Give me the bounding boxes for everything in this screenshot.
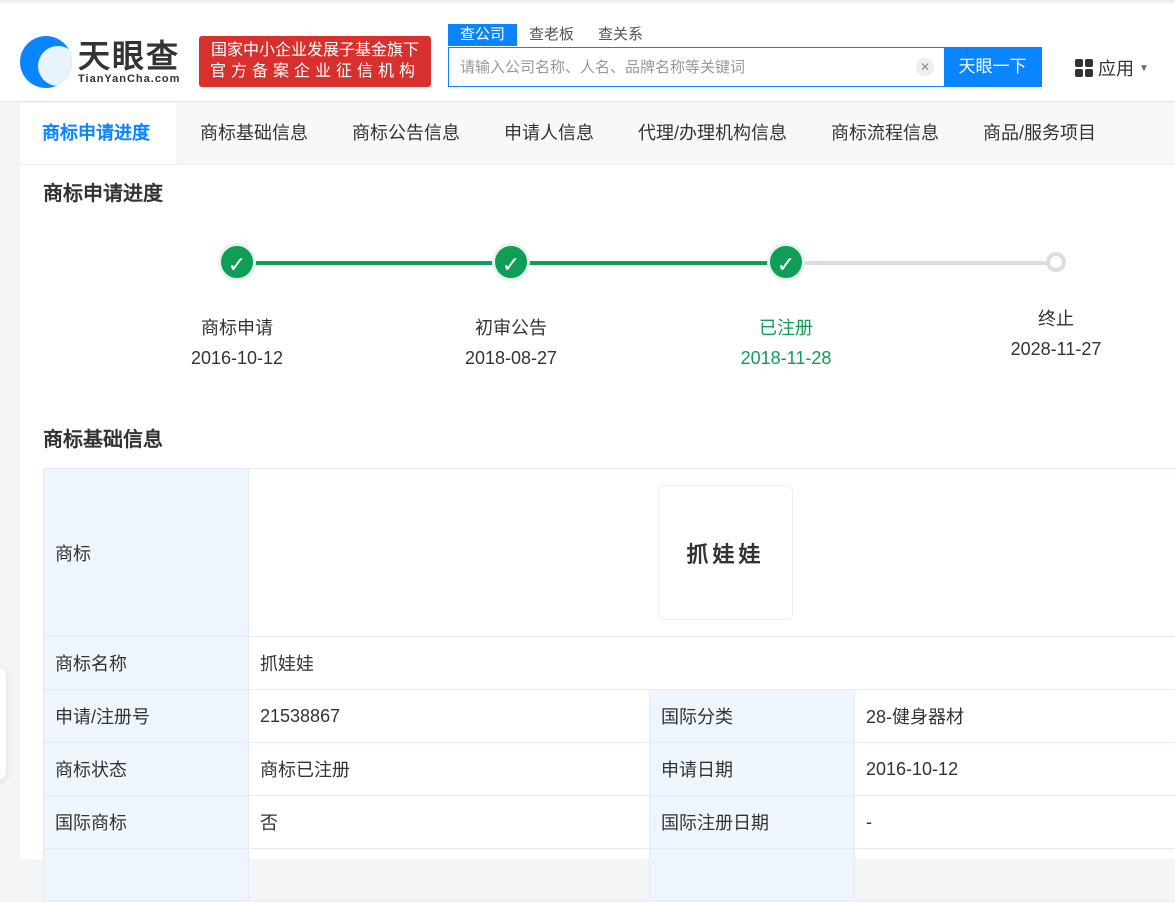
cell-label: 国际分类 [650, 690, 855, 743]
step-label: 终止 [956, 305, 1156, 331]
search-tab-relation[interactable]: 查关系 [586, 24, 655, 46]
logo[interactable]: 天眼查 TianYanCha.com [20, 36, 180, 88]
badge-line2: 官方备案企业征信机构 [199, 61, 431, 82]
cell-value: 28-健身器材 [855, 690, 1175, 743]
cell-value: 2016-10-12 [855, 743, 1175, 796]
tab-basic-info[interactable]: 商标基础信息 [178, 103, 330, 164]
cell-label: 国际注册日期 [650, 796, 855, 849]
logo-title: 天眼查 [78, 39, 180, 73]
caret-down-icon: ▼ [1139, 63, 1149, 74]
table-row: 商标 抓娃娃 [44, 469, 1175, 637]
tab-applicant[interactable]: 申请人信息 [482, 103, 616, 164]
check-icon: ✓ [218, 243, 256, 281]
pending-dot-icon [1046, 252, 1066, 272]
cell-label: 商标状态 [44, 743, 249, 796]
cell-value: 商标已注册 [249, 743, 650, 796]
basic-info-title: 商标基础信息 [43, 423, 163, 452]
progress-step: 终止 2028-11-27 [956, 243, 1156, 360]
cell-label: 申请/注册号 [44, 690, 249, 743]
tab-progress[interactable]: 商标申请进度 [20, 103, 178, 164]
cell-value: 否 [249, 796, 650, 849]
search-tab-company[interactable]: 查公司 [448, 24, 517, 46]
step-date: 2018-11-28 [686, 348, 886, 369]
tab-bar: 商标申请进度 商标基础信息 商标公告信息 申请人信息 代理/办理机构信息 商标流… [20, 103, 1175, 165]
trademark-image[interactable]: 抓娃娃 [658, 485, 793, 620]
tab-agency[interactable]: 代理/办理机构信息 [616, 103, 809, 164]
cell-value: 抓娃娃 [249, 637, 1175, 690]
cell-value [855, 849, 1175, 902]
trademark-image-text: 抓娃娃 [686, 537, 764, 569]
step-label: 初审公告 [411, 314, 611, 340]
search-button[interactable]: 天眼一下 [944, 48, 1041, 86]
cell-value: 21538867 [249, 690, 650, 743]
cell-label [44, 849, 249, 902]
table-row: 申请/注册号 21538867 国际分类 28-健身器材 [44, 690, 1175, 743]
tab-process[interactable]: 商标流程信息 [809, 103, 961, 164]
search-tabs: 查公司 查老板 查关系 [448, 24, 655, 46]
step-date: 2018-08-27 [411, 348, 611, 369]
table-row [44, 849, 1175, 902]
search-tab-boss[interactable]: 查老板 [517, 24, 586, 46]
certification-badge: 国家中小企业发展子基金旗下 官方备案企业征信机构 [199, 36, 431, 87]
apps-menu[interactable]: 应用 ▼ [1075, 55, 1149, 81]
trademark-label: 商标 [44, 469, 249, 637]
cell-value: - [855, 796, 1175, 849]
logo-domain: TianYanCha.com [78, 73, 180, 85]
cell-label: 商标名称 [44, 637, 249, 690]
trademark-image-cell: 抓娃娃 [249, 469, 1175, 637]
cell-label: 国际商标 [44, 796, 249, 849]
side-widget[interactable] [0, 668, 6, 780]
main-content: 商标申请进度 商标基础信息 商标公告信息 申请人信息 代理/办理机构信息 商标流… [20, 103, 1175, 859]
progress-title: 商标申请进度 [43, 177, 163, 206]
search-bar: ✕ 天眼一下 [448, 47, 1042, 87]
table-row: 商标状态 商标已注册 申请日期 2016-10-12 [44, 743, 1175, 796]
progress-step-current: ✓ 已注册 2018-11-28 [686, 243, 886, 369]
apps-grid-icon [1075, 59, 1093, 77]
apps-label: 应用 [1098, 55, 1134, 81]
clear-icon[interactable]: ✕ [916, 58, 934, 76]
tab-goods-services[interactable]: 商品/服务项目 [961, 103, 1118, 164]
search-input[interactable] [449, 48, 916, 86]
step-label: 已注册 [686, 314, 886, 340]
cell-label: 申请日期 [650, 743, 855, 796]
step-label: 商标申请 [137, 314, 337, 340]
header: 天眼查 TianYanCha.com 国家中小企业发展子基金旗下 官方备案企业征… [0, 0, 1175, 102]
logo-icon [20, 36, 72, 88]
table-row: 国际商标 否 国际注册日期 - [44, 796, 1175, 849]
basic-info-table: 商标 抓娃娃 商标名称 抓娃娃 申请/注册号 21538867 国际分类 28-… [43, 468, 1175, 902]
check-icon: ✓ [492, 243, 530, 281]
step-date: 2028-11-27 [956, 339, 1156, 360]
badge-line1: 国家中小企业发展子基金旗下 [199, 40, 431, 61]
cell-value [249, 849, 650, 902]
progress-step: ✓ 初审公告 2018-08-27 [411, 243, 611, 369]
table-row: 商标名称 抓娃娃 [44, 637, 1175, 690]
step-date: 2016-10-12 [137, 348, 337, 369]
progress-step: ✓ 商标申请 2016-10-12 [137, 243, 337, 369]
cell-label [650, 849, 855, 902]
tab-announcement[interactable]: 商标公告信息 [330, 103, 482, 164]
check-icon: ✓ [767, 243, 805, 281]
